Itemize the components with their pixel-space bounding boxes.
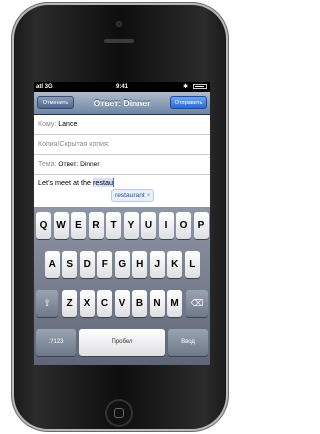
key-p[interactable]: P: [193, 212, 209, 239]
key-a[interactable]: A: [44, 251, 60, 278]
battery-icon: [193, 84, 207, 89]
cc-bcc-field[interactable]: Копия/Скрытая копия:: [34, 135, 210, 155]
key-w[interactable]: W: [53, 212, 69, 239]
key-n[interactable]: N: [149, 290, 165, 317]
send-button[interactable]: Отправить: [170, 96, 207, 109]
to-value: Lance: [58, 121, 78, 128]
earpiece-speaker: [104, 39, 134, 43]
text-cursor: [113, 178, 114, 187]
key-b[interactable]: B: [132, 290, 147, 317]
suggestion-text: restaurant: [115, 192, 145, 199]
navigation-bar: Отменить Ответ: Dinner Отправить: [34, 92, 210, 115]
key-o[interactable]: O: [176, 212, 191, 239]
subject-value: Ответ: Dinner: [58, 161, 100, 168]
key-k[interactable]: K: [167, 251, 183, 278]
home-button[interactable]: [105, 399, 133, 427]
key-h[interactable]: H: [132, 251, 148, 278]
key-g[interactable]: G: [114, 251, 130, 278]
key-m[interactable]: M: [167, 290, 182, 317]
key-f[interactable]: F: [97, 251, 113, 278]
cc-bcc-label: Копия/Скрытая копия:: [38, 141, 110, 148]
typed-word: restau: [93, 178, 113, 187]
key-y[interactable]: Y: [123, 212, 139, 239]
to-field[interactable]: Кому: Lance: [34, 115, 210, 135]
body-text: Let’s meet at the: [38, 178, 94, 187]
keyboard: Q W E R T Y U I O P A S D F G H J K L ⇧ …: [34, 207, 210, 365]
key-c[interactable]: C: [97, 290, 112, 317]
key-v[interactable]: V: [114, 290, 130, 317]
dismiss-suggestion-icon[interactable]: ×: [147, 193, 151, 199]
backspace-key[interactable]: ⌫: [186, 290, 208, 317]
front-camera: [116, 21, 122, 27]
key-e[interactable]: E: [71, 212, 86, 239]
subject-label: Тема:: [38, 161, 57, 168]
key-s[interactable]: S: [62, 251, 78, 278]
key-r[interactable]: R: [88, 212, 104, 239]
key-i[interactable]: I: [158, 212, 174, 239]
status-bar: atl 3G 9:41 ✱: [34, 82, 210, 92]
key-l[interactable]: L: [184, 251, 200, 278]
numbers-key[interactable]: .?123: [36, 329, 76, 356]
shift-key[interactable]: ⇧: [36, 290, 58, 317]
to-label: Кому:: [38, 121, 57, 128]
key-z[interactable]: Z: [62, 290, 77, 317]
key-u[interactable]: U: [141, 212, 156, 239]
return-key[interactable]: Ввод: [168, 329, 208, 356]
key-q[interactable]: Q: [36, 212, 51, 239]
page-title: Ответ: Dinner: [93, 98, 151, 108]
key-j[interactable]: J: [149, 251, 165, 278]
key-d[interactable]: D: [79, 251, 95, 278]
cancel-button[interactable]: Отменить: [37, 96, 74, 109]
bluetooth-icon: ✱: [182, 84, 188, 90]
space-key[interactable]: Пробел: [79, 329, 165, 356]
subject-field[interactable]: Тема: Ответ: Dinner: [34, 155, 210, 175]
screen: atl 3G 9:41 ✱ Отменить Ответ: Dinner Отп…: [34, 82, 210, 365]
key-t[interactable]: T: [106, 212, 121, 239]
message-body[interactable]: Let’s meet at the restau: [38, 178, 114, 187]
key-x[interactable]: X: [79, 290, 95, 317]
autocorrect-suggestion[interactable]: restaurant ×: [111, 189, 155, 202]
